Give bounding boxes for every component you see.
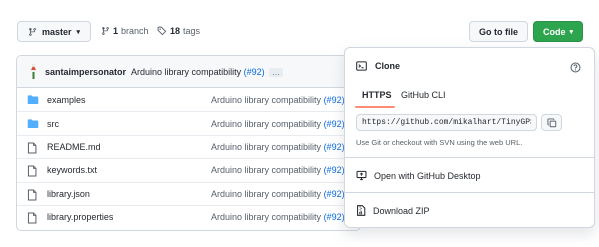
go-to-file-button[interactable]: Go to file <box>469 21 528 42</box>
file-name[interactable]: library.properties <box>47 212 113 222</box>
file-list: santaimpersonator Arduino library compat… <box>16 55 361 231</box>
branch-count-link[interactable]: 1 branch <box>101 26 149 36</box>
question-icon[interactable] <box>570 62 581 73</box>
clone-dropdown: Clone HTTPS GitHub CLI Use Git or checko… <box>344 47 595 228</box>
file-commit-message: Arduino library compatibility (#92) <box>211 119 345 129</box>
desktop-icon <box>356 170 367 181</box>
file-commit-pr-link[interactable]: (#92) <box>324 142 345 152</box>
git-branch-icon <box>29 27 36 36</box>
file-name[interactable]: README.md <box>47 142 101 152</box>
file-icon <box>27 165 39 177</box>
file-commit-message: Arduino library compatibility (#92) <box>211 165 345 175</box>
branch-name: master <box>41 26 72 37</box>
file-commit-text[interactable]: Arduino library compatibility <box>211 119 321 129</box>
active-tab-indicator <box>355 106 395 108</box>
clone-header: Clone <box>356 61 400 71</box>
commit-author[interactable]: santaimpersonator <box>45 67 126 77</box>
file-name[interactable]: library.json <box>47 189 90 199</box>
branch-count: 1 <box>113 26 119 36</box>
branch-selector-button[interactable]: master ▾ <box>17 21 91 42</box>
divider <box>345 157 594 158</box>
file-row[interactable]: src Arduino library compatibility (#92) <box>17 111 360 134</box>
folder-icon <box>27 94 39 105</box>
clone-tabs: HTTPS GitHub CLI <box>345 86 594 108</box>
code-button-label: Code <box>542 26 566 37</box>
file-row[interactable]: examples Arduino library compatibility (#… <box>17 88 360 111</box>
file-row[interactable]: library.json Arduino library compatibilit… <box>17 181 360 205</box>
divider <box>345 192 594 193</box>
file-row[interactable]: README.md Arduino library compatibility (… <box>17 134 360 158</box>
file-commit-pr-link[interactable]: (#92) <box>324 189 345 199</box>
clone-title: Clone <box>375 61 401 71</box>
copy-icon <box>546 117 556 127</box>
chevron-down-icon: ▾ <box>569 28 573 36</box>
tag-icon <box>157 26 167 36</box>
folder-icon <box>27 118 39 129</box>
latest-commit-bar: santaimpersonator Arduino library compat… <box>17 56 360 88</box>
terminal-icon <box>356 61 367 71</box>
download-zip-item[interactable]: Download ZIP <box>356 205 430 216</box>
code-button[interactable]: Code ▾ <box>533 21 583 42</box>
file-commit-pr-link[interactable]: (#92) <box>324 212 345 222</box>
copy-url-button[interactable] <box>541 114 562 131</box>
file-name[interactable]: examples <box>47 95 86 105</box>
file-commit-text[interactable]: Arduino library compatibility <box>211 189 321 199</box>
file-zip-icon <box>357 205 366 216</box>
file-commit-message: Arduino library compatibility (#92) <box>211 142 345 152</box>
clone-url-input[interactable] <box>356 114 537 131</box>
file-commit-text[interactable]: Arduino library compatibility <box>211 95 321 105</box>
file-name[interactable]: keywords.txt <box>47 165 97 175</box>
clone-hint: Use Git or checkout with SVN using the w… <box>356 138 523 147</box>
file-commit-message: Arduino library compatibility (#92) <box>211 189 345 199</box>
file-commit-text[interactable]: Arduino library compatibility <box>211 212 321 222</box>
file-commit-text[interactable]: Arduino library compatibility <box>211 165 321 175</box>
commit-message[interactable]: Arduino library compatibility <box>131 67 241 77</box>
tag-count: 18 <box>170 26 181 36</box>
expand-commit-button[interactable]: … <box>269 67 284 77</box>
chevron-down-icon: ▾ <box>76 28 81 36</box>
download-zip-label: Download ZIP <box>373 205 430 216</box>
commit-pr-link[interactable]: (#92) <box>244 67 265 77</box>
tag-word: tags <box>183 26 201 36</box>
tab-github-cli[interactable]: GitHub CLI <box>401 90 446 100</box>
file-commit-pr-link[interactable]: (#92) <box>324 119 345 129</box>
file-rows: examples Arduino library compatibility (#… <box>17 88 360 228</box>
file-commit-pr-link[interactable]: (#92) <box>324 95 345 105</box>
file-commit-message: Arduino library compatibility (#92) <box>211 95 345 105</box>
tab-https[interactable]: HTTPS <box>362 90 392 100</box>
file-icon <box>27 212 39 224</box>
tags-count-link[interactable]: 18 tags <box>157 26 200 36</box>
branch-word: branch <box>121 26 149 36</box>
file-icon <box>27 142 39 154</box>
file-commit-pr-link[interactable]: (#92) <box>324 165 345 175</box>
file-name[interactable]: src <box>47 119 59 129</box>
file-commit-message: Arduino library compatibility (#92) <box>211 212 345 222</box>
clone-url-row <box>356 114 562 131</box>
file-icon <box>27 189 39 201</box>
open-github-desktop-label: Open with GitHub Desktop <box>374 170 481 181</box>
avatar[interactable] <box>27 63 40 80</box>
git-branch-icon <box>102 27 109 35</box>
file-row[interactable]: library.properties Arduino library compat… <box>17 204 360 228</box>
file-commit-text[interactable]: Arduino library compatibility <box>211 142 321 152</box>
open-github-desktop-item[interactable]: Open with GitHub Desktop <box>356 170 481 181</box>
file-row[interactable]: keywords.txt Arduino library compatibilit… <box>17 158 360 181</box>
